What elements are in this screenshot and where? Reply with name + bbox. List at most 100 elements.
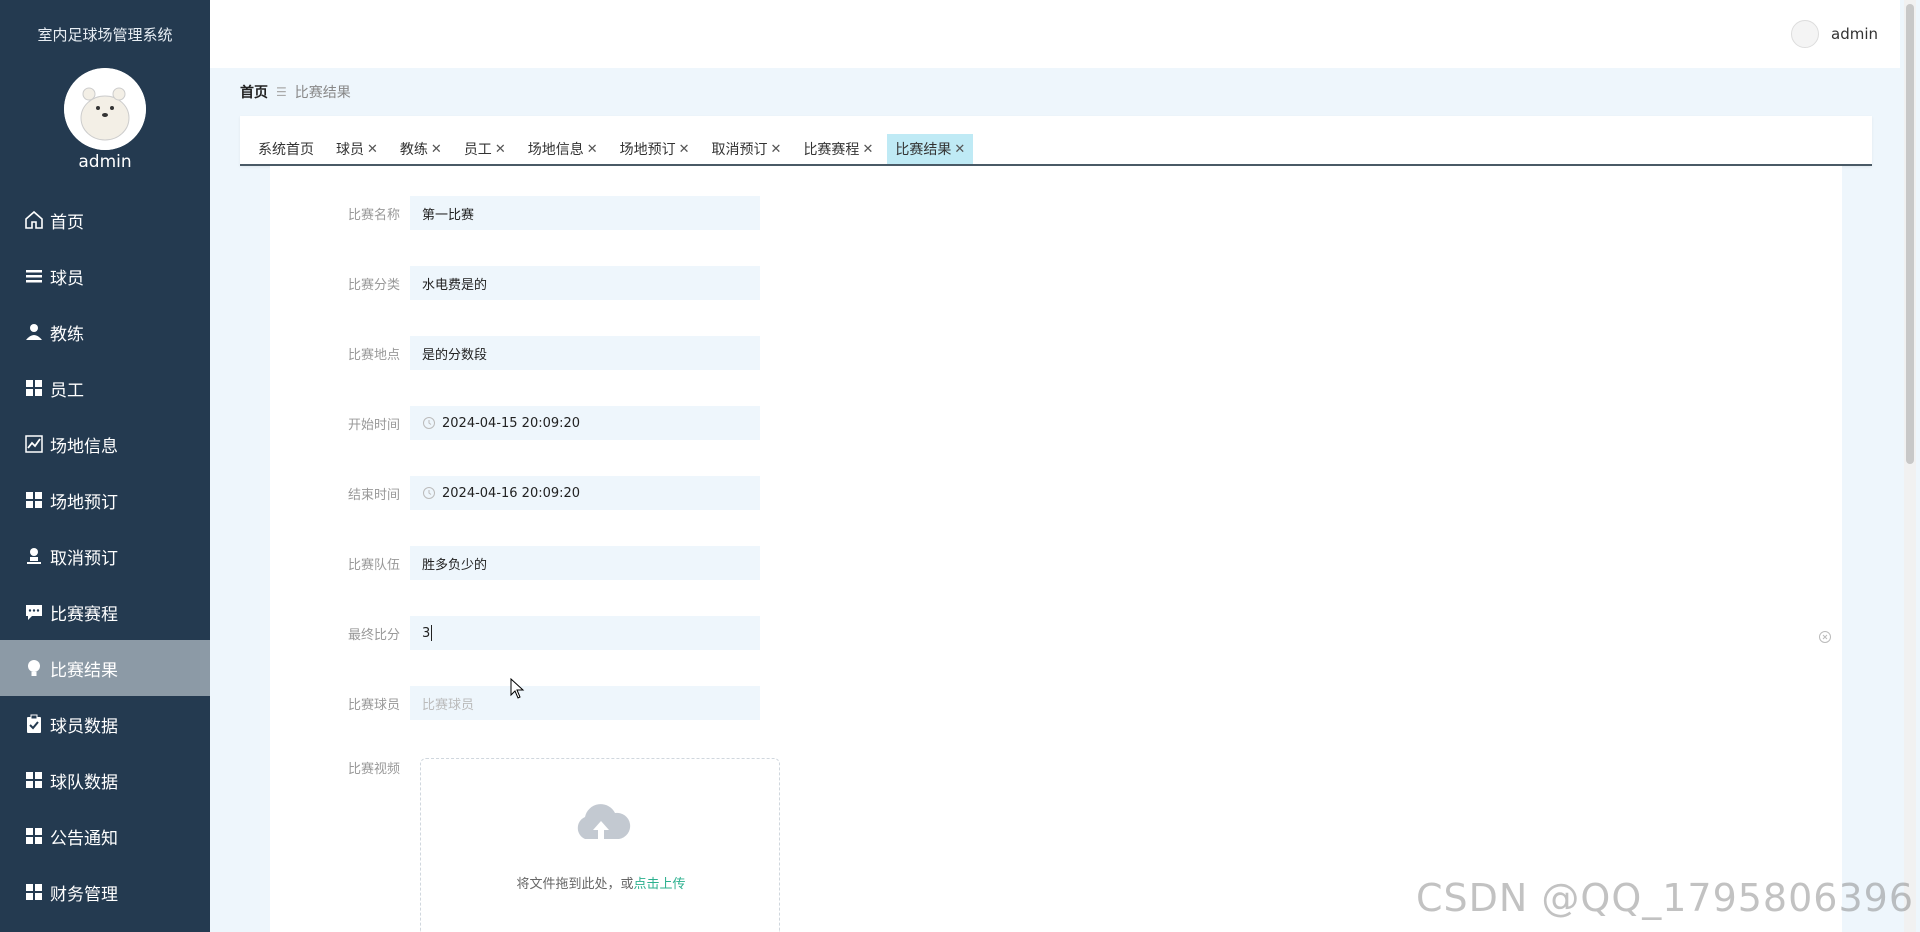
- sidebar-item-coaches[interactable]: 教练: [0, 304, 210, 360]
- sidebar-item-label: 员工: [50, 380, 84, 401]
- clock-icon: [422, 486, 436, 500]
- close-icon[interactable]: ✕: [367, 142, 378, 157]
- tab-label: 球员: [336, 142, 364, 158]
- form-row-final-score: 最终比分 3: [270, 616, 760, 650]
- sidebar-item-label: 公告通知: [50, 828, 118, 849]
- tab-label: 员工: [463, 142, 492, 158]
- match-name-value: 第一比赛: [422, 207, 475, 223]
- clock-icon: [422, 416, 436, 430]
- close-icon[interactable]: ✕: [587, 142, 598, 157]
- tab-label: 场地信息: [527, 142, 584, 158]
- sidebar-user-name: admin: [78, 152, 132, 172]
- upload-hint: 将文件拖到此处，或点击上传: [421, 873, 781, 892]
- sidebar-menu: 首页 球员 教练 员工 场地信息 场地预订 取消预订 比赛赛程 比赛结果 球员数…: [0, 192, 210, 920]
- grid-icon: [24, 826, 44, 846]
- tab-match-schedule[interactable]: 比赛赛程 ✕: [795, 134, 881, 164]
- tab-venue-booking[interactable]: 场地预订 ✕: [612, 134, 698, 164]
- match-location-value: 是的分数段: [422, 347, 488, 363]
- tab-cancel-booking[interactable]: 取消预订 ✕: [704, 134, 790, 164]
- tab-label: 取消预订: [711, 142, 768, 158]
- avatar[interactable]: [64, 68, 146, 150]
- close-icon[interactable]: ✕: [954, 142, 965, 157]
- sidebar-item-match-schedule[interactable]: 比赛赛程: [0, 584, 210, 640]
- mouse-cursor-icon: [510, 677, 526, 700]
- sidebar-item-finance[interactable]: 财务管理: [0, 864, 210, 920]
- tab-label: 系统首页: [258, 142, 314, 158]
- breadcrumb-home[interactable]: 首页: [240, 82, 268, 102]
- person-stamp-icon: [24, 546, 44, 566]
- sidebar-item-label: 财务管理: [50, 884, 118, 905]
- end-time-picker[interactable]: 2024-04-16 20:09:20: [410, 476, 760, 510]
- match-location-label: 比赛地点: [347, 347, 400, 363]
- clear-icon[interactable]: [1818, 629, 1832, 643]
- close-icon[interactable]: ✕: [495, 142, 506, 157]
- match-category-input[interactable]: 水电费是的: [410, 266, 760, 300]
- form-row-start-time: 开始时间 2024-04-15 20:09:20: [270, 406, 760, 440]
- grid-icon: [24, 378, 44, 398]
- form-row-end-time: 结束时间 2024-04-16 20:09:20: [270, 476, 760, 510]
- match-players-input[interactable]: 比赛球员: [410, 686, 760, 720]
- sidebar-item-label: 首页: [50, 212, 84, 233]
- upload-hint-text: 将文件拖到此处，或: [516, 877, 634, 892]
- match-teams-input[interactable]: 胜多负少的: [410, 546, 760, 580]
- sidebar-item-label: 比赛赛程: [50, 604, 118, 625]
- grid-icon: [24, 882, 44, 902]
- text-caret: [431, 625, 433, 641]
- sidebar-item-match-results[interactable]: 比赛结果: [0, 640, 210, 696]
- scrollbar-thumb[interactable]: [1906, 4, 1914, 464]
- video-upload-dropzone[interactable]: 将文件拖到此处，或点击上传: [420, 758, 780, 932]
- final-score-value: 3: [422, 625, 431, 641]
- match-players-label: 比赛球员: [347, 697, 400, 713]
- user-menu[interactable]: admin: [1791, 20, 1878, 48]
- page-scrollbar[interactable]: [1904, 0, 1916, 932]
- sidebar-item-venue-info[interactable]: 场地信息: [0, 416, 210, 472]
- sidebar-item-cancel-booking[interactable]: 取消预订: [0, 528, 210, 584]
- close-icon[interactable]: ✕: [679, 142, 690, 157]
- sidebar: 室内足球场管理系统 admin 首页 球员 教练 员工 场地信息 场地预订 取消…: [0, 0, 210, 932]
- bulb-icon: [24, 658, 44, 678]
- close-icon[interactable]: ✕: [771, 142, 782, 157]
- grid-icon: [24, 490, 44, 510]
- tab-label: 比赛结果: [895, 142, 952, 158]
- sidebar-item-label: 球员数据: [50, 716, 118, 737]
- match-video-label: 比赛视频: [347, 762, 400, 777]
- form-row-match-name: 比赛名称 第一比赛: [270, 196, 760, 230]
- tab-venue-info[interactable]: 场地信息 ✕: [520, 134, 606, 164]
- tab-label: 比赛赛程: [803, 142, 860, 158]
- header-user-name: admin: [1831, 25, 1878, 43]
- tab-coaches[interactable]: 教练 ✕: [392, 134, 450, 164]
- tab-staff[interactable]: 员工 ✕: [456, 134, 514, 164]
- sidebar-item-label: 球员: [50, 268, 84, 289]
- sidebar-item-player-data[interactable]: 球员数据: [0, 696, 210, 752]
- tab-system-home[interactable]: 系统首页: [250, 134, 322, 164]
- tab-list: 系统首页 球员 ✕ 教练 ✕ 员工 ✕ 场地信息 ✕ 场地预订 ✕ 取消预订 ✕ 比赛赛程 ✕…: [250, 130, 979, 164]
- match-name-input[interactable]: 第一比赛: [410, 196, 760, 230]
- sidebar-item-announcements[interactable]: 公告通知: [0, 808, 210, 864]
- final-score-input[interactable]: 3: [410, 616, 760, 650]
- match-name-label: 比赛名称: [347, 207, 400, 223]
- comment-icon: [24, 602, 44, 622]
- tab-players[interactable]: 球员 ✕: [328, 134, 386, 164]
- tab-match-results[interactable]: 比赛结果 ✕: [887, 134, 974, 164]
- sidebar-item-label: 教练: [50, 324, 84, 345]
- start-time-label: 开始时间: [347, 417, 400, 433]
- sidebar-item-players[interactable]: 球员: [0, 248, 210, 304]
- start-time-picker[interactable]: 2024-04-15 20:09:20: [410, 406, 760, 440]
- match-teams-value: 胜多负少的: [422, 557, 488, 573]
- upload-click-link[interactable]: 点击上传: [634, 877, 686, 892]
- form-row-match-video: 比赛视频: [270, 758, 410, 777]
- sidebar-item-home[interactable]: 首页: [0, 192, 210, 248]
- tab-label: 教练: [399, 142, 428, 158]
- close-icon[interactable]: ✕: [862, 142, 873, 157]
- sidebar-item-label: 比赛结果: [50, 660, 118, 681]
- match-players-placeholder: 比赛球员: [422, 697, 475, 713]
- sidebar-item-venue-booking[interactable]: 场地预订: [0, 472, 210, 528]
- close-icon[interactable]: ✕: [431, 142, 442, 157]
- end-time-value: 2024-04-16 20:09:20: [442, 485, 581, 501]
- match-location-input[interactable]: 是的分数段: [410, 336, 760, 370]
- match-category-value: 水电费是的: [422, 277, 488, 293]
- home-icon: [24, 210, 44, 230]
- form-row-match-teams: 比赛队伍 胜多负少的: [270, 546, 760, 580]
- sidebar-item-staff[interactable]: 员工: [0, 360, 210, 416]
- sidebar-item-team-data[interactable]: 球队数据: [0, 752, 210, 808]
